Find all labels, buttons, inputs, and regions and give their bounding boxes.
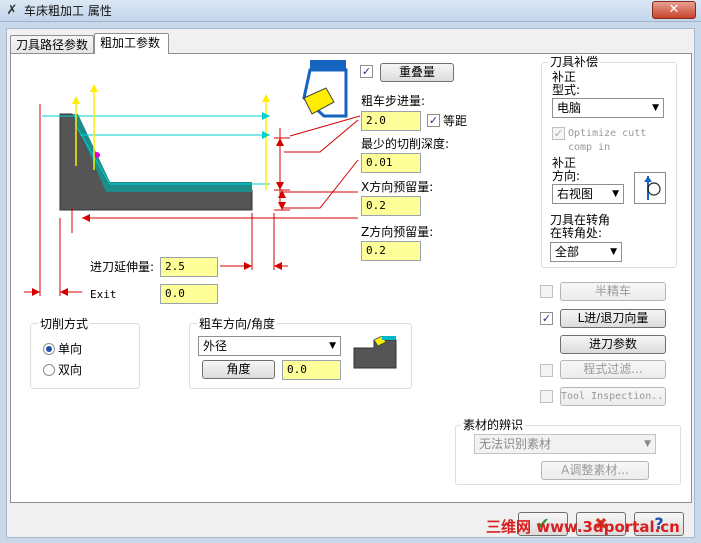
plunge-params-button[interactable]: 进刀参数 bbox=[560, 335, 666, 354]
chevron-down-icon: ▼ bbox=[644, 439, 651, 449]
cut-start-point bbox=[94, 152, 100, 158]
angle-input[interactable]: 0.0 bbox=[282, 360, 341, 380]
entry-ext-label: 进刀延伸量: bbox=[90, 260, 155, 274]
comp-type-label-1: 补正 bbox=[552, 70, 577, 84]
optimize-label-2: comp in bbox=[568, 142, 611, 153]
chevron-down-icon: ▼ bbox=[610, 247, 617, 257]
filter-button[interactable]: 程式过滤... bbox=[560, 360, 666, 379]
cut-method-group bbox=[30, 323, 140, 389]
tab-rough-params[interactable]: 粗加工参数 bbox=[94, 33, 169, 54]
tool-comp-title: 刀具补偿 bbox=[548, 55, 601, 69]
app-icon: ✗ bbox=[6, 3, 18, 18]
od-direction-icon bbox=[353, 336, 397, 369]
lead-in-out-button[interactable]: L进/退刀向量 bbox=[560, 309, 666, 328]
comp-dir-value: 右视图 bbox=[557, 187, 594, 201]
corner-select[interactable]: 全部 ▼ bbox=[550, 242, 622, 262]
stock-recognition-value: 无法识别素材 bbox=[479, 437, 552, 451]
rough-direction-value: 外径 bbox=[203, 339, 228, 353]
comp-direction-icon bbox=[634, 172, 666, 204]
window-title: 车床粗加工 属性 bbox=[24, 4, 112, 18]
radio-one-way[interactable] bbox=[43, 343, 55, 355]
overlap-checkbox[interactable]: ✓ bbox=[360, 65, 373, 78]
tab-toolpath-params[interactable]: 刀具路径参数 bbox=[10, 35, 94, 55]
chevron-down-icon: ▼ bbox=[329, 341, 336, 351]
entry-ext-input[interactable]: 2.5 bbox=[160, 257, 218, 277]
filter-checkbox[interactable] bbox=[540, 364, 553, 377]
adjust-stock-button[interactable]: A调整素材... bbox=[541, 461, 649, 480]
angle-button[interactable]: 角度 bbox=[202, 360, 275, 379]
comp-dir-label-1: 补正 bbox=[552, 156, 577, 170]
x-stock-label: X方向预留量: bbox=[361, 180, 434, 194]
corner-label-2: 在转角处: bbox=[550, 226, 603, 240]
semi-finish-button[interactable]: 半精车 bbox=[560, 282, 666, 301]
corner-label-1: 刀具在转角 bbox=[550, 213, 611, 227]
corner-value: 全部 bbox=[555, 245, 580, 259]
part-profile bbox=[59, 113, 253, 211]
comp-dir-label-2: 方向: bbox=[552, 169, 581, 183]
comp-type-value: 电脑 bbox=[557, 101, 582, 115]
comp-type-label-2: 型式: bbox=[552, 83, 581, 97]
watermark: 三维网 www.3dportal.cn bbox=[486, 518, 680, 536]
min-depth-input[interactable]: 0.01 bbox=[361, 153, 421, 173]
cut-method-title: 切削方式 bbox=[38, 317, 91, 331]
optimize-label-1: Optimize cutt bbox=[568, 128, 647, 139]
radio-zigzag[interactable] bbox=[43, 364, 55, 376]
comp-type-select[interactable]: 电脑 ▼ bbox=[552, 98, 664, 118]
stepover-input[interactable]: 2.0 bbox=[361, 111, 421, 131]
chevron-down-icon: ▼ bbox=[652, 103, 659, 113]
tool-inspection-checkbox[interactable] bbox=[540, 390, 553, 403]
close-button[interactable]: ✕ bbox=[652, 1, 696, 19]
radio-one-way-label: 单向 bbox=[58, 342, 83, 356]
tool-inspection-button[interactable]: Tool Inspection... bbox=[560, 387, 666, 406]
overlap-button[interactable]: 重叠量 bbox=[380, 63, 454, 82]
comp-dir-select[interactable]: 右视图 ▼ bbox=[552, 184, 624, 204]
lead-in-out-checkbox[interactable]: ✓ bbox=[540, 312, 553, 325]
semi-finish-checkbox[interactable] bbox=[540, 285, 553, 298]
equal-dist-label: 等距 bbox=[443, 114, 468, 128]
x-stock-input[interactable]: 0.2 bbox=[361, 196, 421, 216]
z-stock-label: Z方向预留量: bbox=[361, 225, 434, 239]
stock-recognition-title: 素材的辨识 bbox=[461, 418, 526, 432]
min-depth-label: 最少的切削深度: bbox=[361, 137, 450, 151]
equal-dist-checkbox[interactable]: ✓ bbox=[427, 114, 440, 127]
exit-input[interactable]: 0.0 bbox=[160, 284, 218, 304]
rough-direction-title: 粗车方向/角度 bbox=[197, 317, 278, 331]
z-stock-input[interactable]: 0.2 bbox=[361, 241, 421, 261]
rough-direction-select[interactable]: 外径 ▼ bbox=[198, 336, 341, 356]
exit-label: Exit bbox=[90, 288, 117, 301]
stepover-label: 粗车步进量: bbox=[361, 94, 426, 108]
radio-zigzag-label: 双向 bbox=[58, 363, 83, 377]
stock-recognition-select[interactable]: 无法识别素材 ▼ bbox=[474, 434, 656, 454]
chevron-down-icon: ▼ bbox=[612, 189, 619, 199]
optimize-checkbox[interactable]: ✓ bbox=[552, 127, 565, 140]
